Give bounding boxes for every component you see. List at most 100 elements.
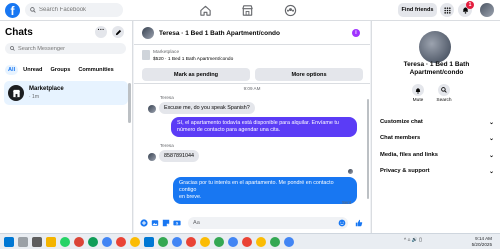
- chat-info-panel: Teresa · 1 Bed 1 Bath Apartment/condo Mu…: [371, 21, 500, 233]
- edge-icon[interactable]: [144, 237, 154, 247]
- bell-icon: [415, 87, 421, 94]
- chrome-icon[interactable]: [158, 237, 168, 247]
- message-composer: G Aa: [134, 214, 370, 233]
- home-icon[interactable]: [199, 4, 212, 17]
- search-icon: [10, 46, 15, 51]
- whatsapp-icon[interactable]: [60, 237, 70, 247]
- info-icon[interactable]: i: [352, 29, 360, 37]
- message-bubble-incoming[interactable]: Excuse me, do you speak Spanish?: [159, 102, 255, 114]
- clock-date: 5/20/2025: [471, 242, 492, 247]
- plus-icon[interactable]: [140, 219, 148, 227]
- message-text-line: Sí, el apartamento todavía está disponib…: [177, 120, 339, 126]
- chrome-icon[interactable]: [172, 237, 182, 247]
- contact-name-line: Apartment/condo: [409, 69, 464, 76]
- contact-profile-photo[interactable]: [419, 31, 451, 63]
- filter-all[interactable]: All: [5, 65, 19, 75]
- search-in-conversation-button[interactable]: Search: [434, 84, 454, 103]
- chrome-icon[interactable]: [242, 237, 252, 247]
- chats-title: Chats: [5, 27, 33, 38]
- customize-chat-row[interactable]: Customize chat ⌄: [380, 116, 494, 128]
- chevron-down-icon: ⌄: [488, 135, 494, 142]
- message-thread: 9:09 AM Teresa Excuse me, do you speak S…: [134, 85, 370, 215]
- chrome-icon[interactable]: [256, 237, 266, 247]
- conversation-title[interactable]: Teresa · 1 Bed 1 Bath Apartment/condo: [159, 30, 280, 37]
- chrome-icon[interactable]: [88, 237, 98, 247]
- chrome-icon[interactable]: [74, 237, 84, 247]
- chat-list-item-marketplace[interactable]: Marketplace · 1m: [4, 81, 128, 105]
- chats-sidebar: Chats ··· All Unread Groups Communities …: [0, 21, 133, 233]
- system-tray[interactable]: ^ ⌂ 🔊 ▯: [404, 238, 422, 243]
- listing-thumbnail[interactable]: [142, 50, 150, 60]
- chrome-icon[interactable]: [102, 237, 112, 247]
- chrome-icon[interactable]: [130, 237, 140, 247]
- like-icon[interactable]: [355, 219, 363, 227]
- facebook-logo[interactable]: f: [5, 3, 20, 18]
- chrome-icon[interactable]: [186, 237, 196, 247]
- start-icon[interactable]: [4, 237, 14, 247]
- groups-icon[interactable]: [284, 4, 297, 17]
- conversation-scrollbar[interactable]: [367, 99, 369, 199]
- conversation-panel: Teresa · 1 Bed 1 Bath Apartment/condo i …: [134, 21, 370, 233]
- media-files-links-row[interactable]: Media, files and links ⌄: [380, 149, 494, 161]
- more-options-button[interactable]: More options: [255, 68, 363, 81]
- emoji-icon[interactable]: [338, 219, 346, 227]
- chrome-icon[interactable]: [116, 237, 126, 247]
- chrome-icon[interactable]: [270, 237, 280, 247]
- mark-as-pending-button[interactable]: Mark as pending: [142, 68, 250, 81]
- windows-taskbar: ^ ⌂ 🔊 ▯ 9:14 AM 5/20/2025: [0, 233, 500, 249]
- sent-status: Sent: [342, 200, 352, 205]
- notification-count-badge: 1: [466, 1, 474, 9]
- message-bubble-outgoing[interactable]: Sí, el apartamento todavía está disponib…: [171, 117, 357, 137]
- mute-button[interactable]: Mute: [408, 84, 428, 103]
- chrome-icon[interactable]: [214, 237, 224, 247]
- marketplace-icon: [8, 85, 24, 101]
- sticker-icon[interactable]: [162, 219, 170, 227]
- chat-members-row[interactable]: Chat members ⌄: [380, 132, 494, 144]
- sidebar-scrollbar[interactable]: [128, 83, 131, 123]
- chrome-icon[interactable]: [200, 237, 210, 247]
- gif-icon[interactable]: G: [173, 219, 181, 227]
- message-bubble-outgoing[interactable]: Gracias por tu interés en el apartamento…: [173, 177, 357, 204]
- messenger-search-input[interactable]: [18, 45, 118, 52]
- file-explorer-icon[interactable]: [46, 237, 56, 247]
- marketplace-listing-banner: Marketplace $520 · 1 Bed 1 Bath Apartmen…: [134, 46, 370, 84]
- marketplace-icon[interactable]: [241, 4, 254, 17]
- facebook-search-input[interactable]: [39, 7, 119, 13]
- read-receipt-avatar: [348, 169, 353, 174]
- message-bubble-incoming[interactable]: 8587891044: [159, 150, 199, 162]
- chat-filter-tabs: All Unread Groups Communities: [5, 65, 117, 75]
- chevron-down-icon: ⌄: [488, 152, 494, 159]
- facebook-search-box[interactable]: [25, 3, 123, 17]
- image-icon[interactable]: [151, 219, 159, 227]
- conversation-header: Teresa · 1 Bed 1 Bath Apartment/condo i: [134, 21, 370, 45]
- task-view-icon[interactable]: [32, 237, 42, 247]
- chat-timestamp: · 1m: [29, 94, 39, 100]
- taskbar-clock[interactable]: 9:14 AM 5/20/2025: [462, 236, 492, 248]
- more-options-icon[interactable]: ···: [95, 26, 107, 38]
- filter-unread[interactable]: Unread: [20, 65, 45, 75]
- row-label: Privacy & support: [380, 168, 430, 174]
- chevron-down-icon: ⌄: [488, 119, 494, 126]
- message-text-line: Gracias por tu interés en el apartamento…: [179, 180, 334, 193]
- find-friends-button[interactable]: Find friends: [398, 3, 437, 17]
- sender-avatar: [148, 153, 156, 161]
- new-message-button[interactable]: [112, 26, 124, 38]
- chrome-icon[interactable]: [284, 237, 294, 247]
- profile-avatar[interactable]: [480, 3, 494, 17]
- message-sender: Teresa: [160, 95, 174, 100]
- privacy-support-row[interactable]: Privacy & support ⌄: [380, 165, 494, 177]
- contact-avatar[interactable]: [142, 27, 154, 39]
- chrome-icon[interactable]: [228, 237, 238, 247]
- row-label: Chat members: [380, 135, 421, 141]
- messenger-search-box[interactable]: [5, 43, 126, 54]
- search-icon[interactable]: [18, 237, 28, 247]
- chevron-down-icon: ⌄: [488, 168, 494, 175]
- listing-price-title[interactable]: $520 · 1 Bed 1 Bath Apartment/condo: [153, 57, 233, 62]
- listing-label: Marketplace: [153, 50, 180, 55]
- message-text-line: en breve.: [179, 194, 202, 200]
- top-navigation-bar: f Find friends 1: [0, 0, 500, 21]
- filter-groups[interactable]: Groups: [47, 65, 73, 75]
- filter-communities[interactable]: Communities: [75, 65, 116, 75]
- menu-button[interactable]: [440, 3, 454, 17]
- message-input[interactable]: Aa: [188, 217, 348, 229]
